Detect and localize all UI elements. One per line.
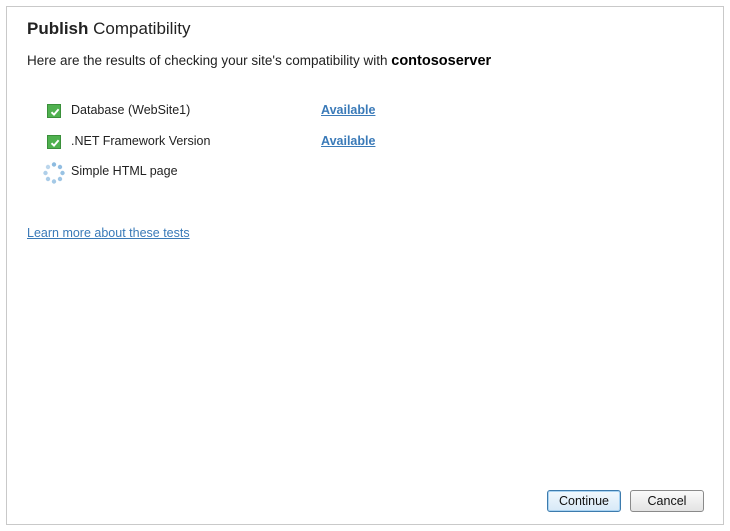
publish-compatibility-dialog: Publish Compatibility Here are the resul… — [6, 6, 724, 525]
status-available-link[interactable]: Available — [321, 103, 375, 117]
dialog-title-bold: Publish — [27, 19, 89, 38]
check-icon — [47, 135, 61, 149]
check-icon — [47, 104, 61, 118]
status-available-link[interactable]: Available — [321, 134, 375, 148]
dialog-title-rest: Compatibility — [93, 19, 191, 38]
cancel-button[interactable]: Cancel — [630, 490, 704, 512]
dialog-title: Publish Compatibility — [27, 19, 190, 39]
continue-button[interactable]: Continue — [547, 490, 621, 512]
check-label: .NET Framework Version — [71, 134, 211, 148]
check-label: Database (WebSite1) — [71, 103, 191, 117]
intro-message: Here are the results of checking your si… — [27, 53, 388, 68]
check-label: Simple HTML page — [71, 164, 178, 178]
learn-more-link[interactable]: Learn more about these tests — [27, 226, 190, 240]
server-name: contososerver — [391, 53, 492, 69]
spinner-icon — [43, 162, 65, 184]
intro-text: Here are the results of checking your si… — [27, 53, 491, 69]
